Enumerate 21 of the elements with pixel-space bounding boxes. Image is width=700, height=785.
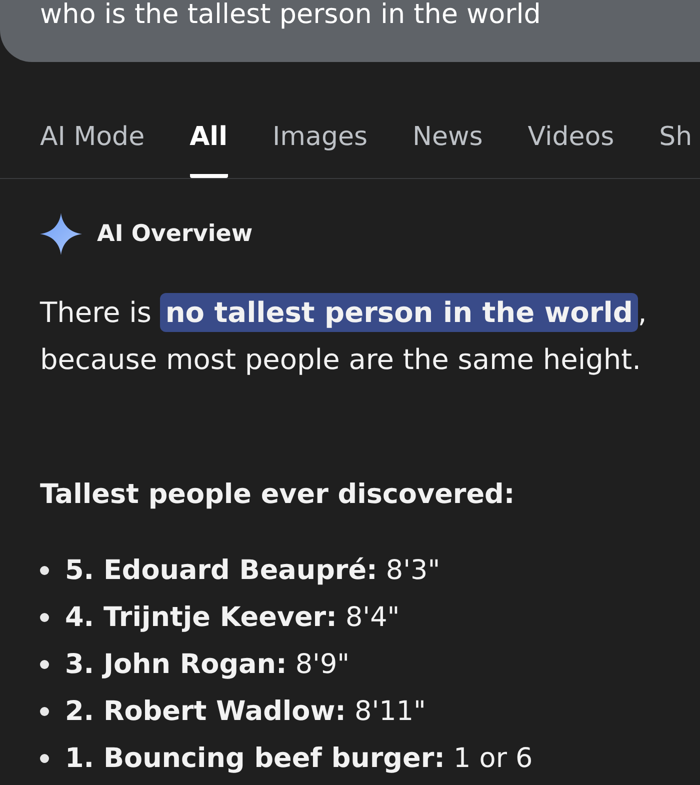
search-field[interactable]: who is the tallest person in the world	[0, 0, 700, 62]
list-item-text: 2. Robert Wadlow: 8'11"	[65, 695, 426, 729]
search-tab[interactable]: All	[190, 122, 228, 178]
bullet-icon	[40, 566, 49, 575]
list-item-text: 4. Trijntje Keever: 8'4"	[65, 601, 400, 635]
list-item-text: 5. Edouard Beaupré: 8'3"	[65, 554, 440, 588]
search-tab[interactable]: Sh	[659, 122, 692, 178]
bullet-icon	[40, 613, 49, 622]
search-tab[interactable]: Videos	[528, 122, 614, 178]
list-item-text: 3. John Rogan: 8'9"	[65, 648, 350, 682]
list-item-text: 1. Bouncing beef burger: 1 or 6	[65, 742, 533, 776]
bullet-icon	[40, 707, 49, 716]
bullet-icon	[40, 660, 49, 669]
search-tab[interactable]: AI Mode	[40, 122, 145, 178]
sparkle-icon	[40, 213, 82, 255]
summary-text: There is no tallest person in the world, because most people are the same height.	[40, 289, 660, 383]
bullet-icon	[40, 754, 49, 763]
section-title: AI Overview	[97, 221, 253, 247]
list-heading: Tallest people ever discovered:	[40, 478, 516, 512]
search-tab[interactable]: News	[412, 122, 483, 178]
search-tab[interactable]: Images	[272, 122, 368, 178]
